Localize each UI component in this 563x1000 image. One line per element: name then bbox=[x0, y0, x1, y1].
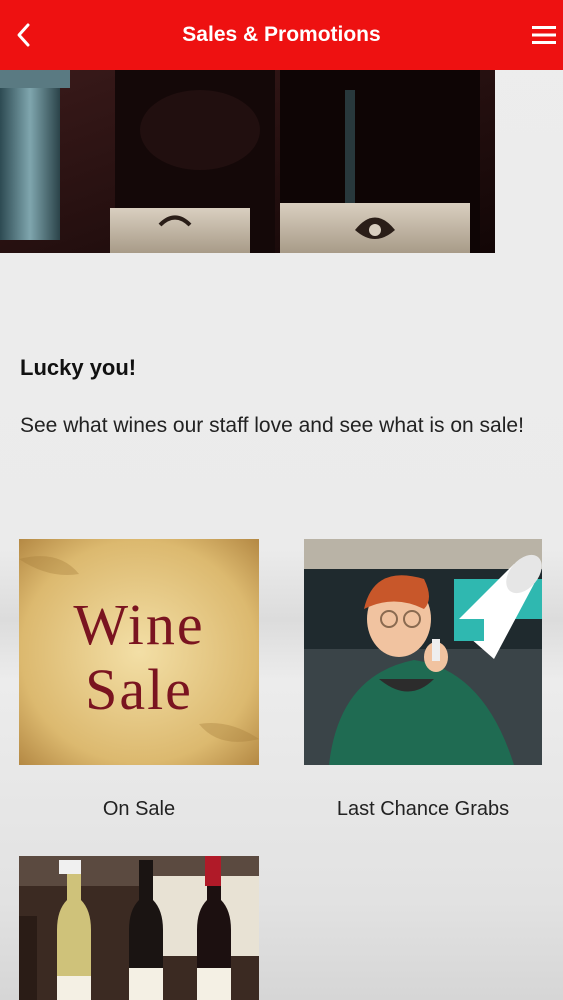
tile-label-on-sale: On Sale bbox=[102, 798, 176, 820]
intro-text: See what wines our staff love and see wh… bbox=[20, 414, 524, 437]
tile-last-chance-grabs[interactable] bbox=[304, 539, 542, 765]
tile-staff-picks[interactable] bbox=[19, 856, 259, 1000]
tile-label-last-chance-grabs: Last Chance Grabs bbox=[336, 798, 510, 820]
intro-heading: Lucky you! bbox=[20, 355, 137, 380]
wine-sale-line2: Sale bbox=[85, 657, 193, 722]
hamburger-menu-icon bbox=[532, 26, 556, 44]
hero-wine-bottles-image bbox=[0, 70, 495, 253]
back-button[interactable] bbox=[8, 18, 38, 52]
page-title: Sales & Promotions bbox=[182, 23, 381, 46]
chevron-left-icon bbox=[17, 23, 30, 47]
wine-sale-line1: Wine bbox=[73, 592, 204, 657]
menu-button[interactable] bbox=[529, 20, 559, 50]
tile-on-sale[interactable]: Wine Sale bbox=[19, 539, 259, 765]
top-app-bar: Sales & Promotions bbox=[0, 0, 563, 70]
megaphone-person-image bbox=[304, 539, 542, 765]
wine-bottles-shelf-image bbox=[19, 856, 259, 1000]
wine-sale-image: Wine Sale bbox=[19, 539, 259, 765]
